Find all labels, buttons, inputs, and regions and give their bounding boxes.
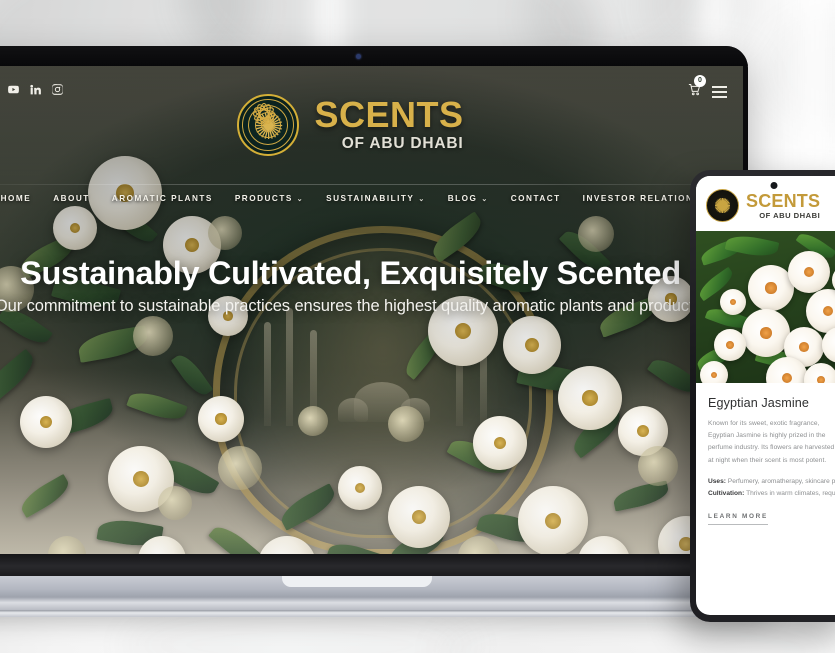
shopping-cart-icon[interactable]: 0 (687, 75, 706, 102)
laptop-base (0, 576, 770, 610)
article-spec-value: Thrives in warm climates, requires well-… (746, 489, 835, 497)
flower-shape (806, 289, 835, 333)
article-spec-value: Perfumery, aromatherapy, skincare produc… (727, 477, 835, 485)
mandala-emblem-icon (706, 189, 739, 222)
nav-item-contact[interactable]: CONTACT (511, 194, 561, 203)
site-logo[interactable]: SCENTS OF ABU DHABI (0, 94, 743, 156)
nav-item-label: ABOUT (53, 194, 90, 203)
chevron-down-icon: ⌄ (296, 195, 305, 203)
social-links (0, 83, 64, 96)
light-streak (780, 0, 835, 180)
flower-shape (742, 309, 790, 357)
article-title: Egyptian Jasmine (708, 396, 810, 410)
instagram-icon[interactable] (51, 83, 64, 96)
laptop-top-bezel (0, 46, 748, 66)
leaf-shape (724, 231, 780, 261)
chevron-down-icon: ⌄ (481, 195, 489, 203)
nav-item-label: BLOG (447, 194, 478, 203)
website-content: 0 SCENTS OF ABU DHABI HOME ABOUT AROMATIC … (0, 66, 743, 554)
nav-item-investor-relations[interactable]: INVESTOR RELATIONS (583, 194, 701, 203)
phone-mockup: SCENTS OF ABU DHABI Egyptian Jasmine Kno… (690, 170, 835, 622)
main-navigation: HOME ABOUT AROMATIC PLANTS PRODUCTS ⌄ SUSTAIN… (0, 185, 743, 212)
article-paragraph-line: Egyptian Jasmine is highly prized in the (708, 432, 826, 440)
utility-bar: 0 (687, 75, 727, 102)
front-camera-icon (770, 182, 778, 189)
nav-item-label: HOME (0, 194, 32, 203)
nav-item-label: CONTACT (510, 194, 561, 203)
mandala-emblem-icon (237, 94, 300, 156)
article-specs: Uses: Perfumery, aromatherapy, skincare … (708, 476, 835, 500)
article-spec-label: Uses: (708, 477, 728, 485)
laptop-lid: 0 SCENTS OF ABU DHABI HOME ABOUT AROMATIC … (0, 46, 748, 576)
nav-item-blog[interactable]: BLOG ⌄ (448, 194, 489, 203)
hero-subheadline: Our commitment to sustainable practices … (0, 297, 707, 316)
article-paragraph: Known for its sweet, exotic fragrance, Eg… (708, 418, 835, 467)
flower-shape (700, 361, 728, 383)
youtube-icon[interactable] (7, 83, 20, 96)
linkedin-icon[interactable] (29, 83, 42, 96)
nav-item-products[interactable]: PRODUCTS ⌄ (235, 194, 304, 203)
phone-article: Egyptian Jasmine Known for its sweet, ex… (696, 383, 835, 535)
nav-item-aromatic-plants[interactable]: AROMATIC PLANTS (112, 194, 213, 203)
nav-item-about[interactable]: ABOUT (53, 194, 90, 203)
brand-name: SCENTS (314, 94, 464, 136)
laptop-base-notch (282, 576, 432, 587)
article-paragraph-line: perfume industry. Its flowers are harves… (708, 444, 835, 452)
phone-brand-wordmark: SCENTS OF ABU DHABI (746, 192, 820, 220)
brand-tagline: OF ABU DHABI (341, 134, 464, 152)
hero-copy: Sustainably Cultivated, Exquisitely Scen… (0, 255, 743, 316)
nav-item-label: INVESTOR RELATIONS (582, 194, 701, 203)
nav-item-label: SUSTAINABILITY (326, 194, 415, 203)
article-paragraph-line: at night when their scent is most potent… (708, 456, 827, 464)
article-spec-row: Uses: Perfumery, aromatherapy, skincare … (708, 476, 835, 488)
cart-count-badge: 0 (694, 75, 706, 87)
article-spec-row: Cultivation: Thrives in warm climates, r… (708, 488, 835, 500)
flower-shape (714, 329, 746, 361)
article-paragraph-line: Known for its sweet, exotic fragrance, (708, 420, 820, 427)
hamburger-menu-icon[interactable] (712, 86, 727, 98)
laptop-screen: 0 SCENTS OF ABU DHABI HOME ABOUT AROMATIC … (0, 66, 743, 554)
nav-item-sustainability[interactable]: SUSTAINABILITY ⌄ (326, 194, 426, 203)
learn-more-link[interactable]: LEARN MORE (708, 513, 768, 526)
brand-wordmark: SCENTS OF ABU DHABI (314, 97, 463, 152)
hero-headline: Sustainably Cultivated, Exquisitely Scen… (20, 255, 681, 291)
laptop-mockup: 0 SCENTS OF ABU DHABI HOME ABOUT AROMATIC … (0, 46, 778, 617)
nav-item-home[interactable]: HOME (1, 194, 32, 203)
nav-item-label: PRODUCTS (234, 194, 293, 203)
phone-hero-image (696, 231, 835, 383)
article-spec-label: Cultivation: (708, 489, 747, 497)
flower-shape (788, 251, 830, 293)
nav-item-label: AROMATIC PLANTS (111, 194, 213, 203)
phone-brand-name: SCENTS (746, 190, 821, 211)
phone-screen: SCENTS OF ABU DHABI Egyptian Jasmine Kno… (696, 176, 835, 615)
chevron-down-icon: ⌄ (418, 195, 426, 203)
phone-frame: SCENTS OF ABU DHABI Egyptian Jasmine Kno… (690, 170, 835, 622)
laptop-base-foot (0, 610, 778, 617)
webcam-icon (355, 53, 361, 59)
laptop-bottom-bezel (0, 554, 748, 576)
phone-brand-tagline: OF ABU DHABI (759, 210, 821, 220)
flower-shape (720, 289, 746, 315)
phone-site-logo[interactable]: SCENTS OF ABU DHABI (696, 176, 835, 231)
